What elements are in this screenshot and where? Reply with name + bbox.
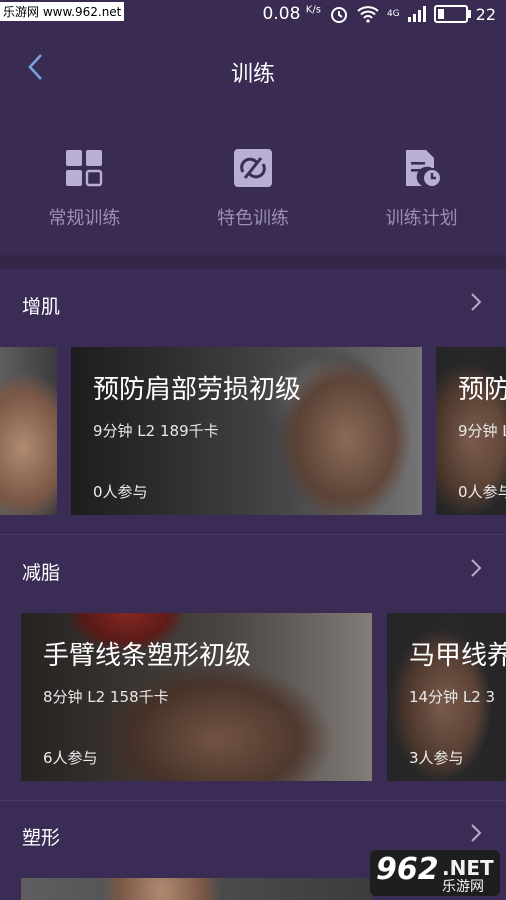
card-photo bbox=[0, 347, 57, 515]
card-meta: 14分钟 L2 3 bbox=[409, 688, 496, 706]
course-card[interactable]: 预防肩部劳损初级 9分钟 L2 189千卡 0人参与 bbox=[71, 347, 422, 515]
card-meta: 8分钟 L2 158千卡 bbox=[43, 688, 169, 706]
quick-link-regular[interactable]: 常规训练 bbox=[14, 110, 154, 255]
quick-link-label: 训练计划 bbox=[385, 208, 458, 229]
page-title: 训练 bbox=[230, 62, 275, 87]
chevron-right-icon bbox=[470, 823, 482, 849]
course-card[interactable] bbox=[0, 347, 57, 515]
card-title: 预防肩部劳损初级 bbox=[458, 375, 506, 405]
quick-link-label: 特色训练 bbox=[216, 208, 289, 229]
card-title: 马甲线养 bbox=[409, 641, 506, 671]
course-card[interactable]: 手臂线条塑形初级 8分钟 L2 158千卡 6人参与 bbox=[21, 613, 372, 781]
quick-link-plan[interactable]: 训练计划 bbox=[352, 110, 492, 255]
chevron-right-icon bbox=[470, 292, 482, 318]
logo-name: 乐游网 bbox=[442, 879, 484, 895]
card-photo bbox=[21, 878, 372, 900]
section-header-fat-loss[interactable]: 减脂 bbox=[0, 536, 506, 606]
plan-icon bbox=[405, 150, 440, 186]
card-title: 手臂线条塑形初级 bbox=[43, 641, 252, 671]
chevron-right-icon bbox=[470, 558, 482, 584]
net-speed: 0.08 K/s bbox=[262, 4, 321, 24]
divider bbox=[0, 534, 506, 535]
course-card[interactable]: 预防肩部劳损初级 9分钟 L2 189千卡 0人参与 bbox=[436, 347, 506, 515]
site-logo: 962 .NET 乐游网 bbox=[370, 850, 500, 896]
nav-bar: 训练 bbox=[0, 30, 506, 110]
wifi-icon bbox=[357, 6, 379, 23]
course-card[interactable] bbox=[21, 878, 372, 900]
network-label: 4G bbox=[386, 9, 400, 19]
special-icon bbox=[233, 149, 272, 187]
grid-icon bbox=[66, 150, 103, 187]
card-participants: 0人参与 bbox=[458, 483, 506, 501]
alarm-icon bbox=[330, 7, 347, 23]
status-bar: 乐游网 www.962.net 0.08 K/s 4G 22 bbox=[0, 0, 506, 30]
section-divider bbox=[0, 255, 506, 269]
section-title: 塑形 bbox=[22, 827, 61, 849]
section-title: 增肌 bbox=[22, 296, 61, 318]
quick-links: 常规训练 特色训练 训练计划 bbox=[0, 110, 506, 255]
card-participants: 0人参与 bbox=[93, 483, 148, 501]
card-title: 预防肩部劳损初级 bbox=[93, 375, 302, 405]
signal-icon bbox=[407, 6, 426, 22]
section-header-muscle[interactable]: 增肌 bbox=[0, 270, 506, 340]
card-participants: 6人参与 bbox=[43, 749, 98, 767]
battery-icon bbox=[433, 5, 471, 23]
card-participants: 3人参与 bbox=[409, 749, 464, 767]
watermark: 乐游网 www.962.net bbox=[0, 2, 125, 21]
course-card[interactable]: 马甲线养 14分钟 L2 3 3人参与 bbox=[387, 613, 506, 781]
status-icons: 0.08 K/s 4G 22 bbox=[263, 4, 496, 24]
card-meta: 9分钟 L2 189千卡 bbox=[93, 422, 219, 440]
card-meta: 9分钟 L2 189千卡 bbox=[458, 422, 506, 440]
logo-number: 962 bbox=[376, 852, 439, 887]
section-title: 减脂 bbox=[22, 562, 61, 584]
quick-link-label: 常规训练 bbox=[48, 208, 121, 229]
quick-link-special[interactable]: 特色训练 bbox=[183, 110, 323, 255]
battery-percent: 22 bbox=[475, 4, 496, 24]
